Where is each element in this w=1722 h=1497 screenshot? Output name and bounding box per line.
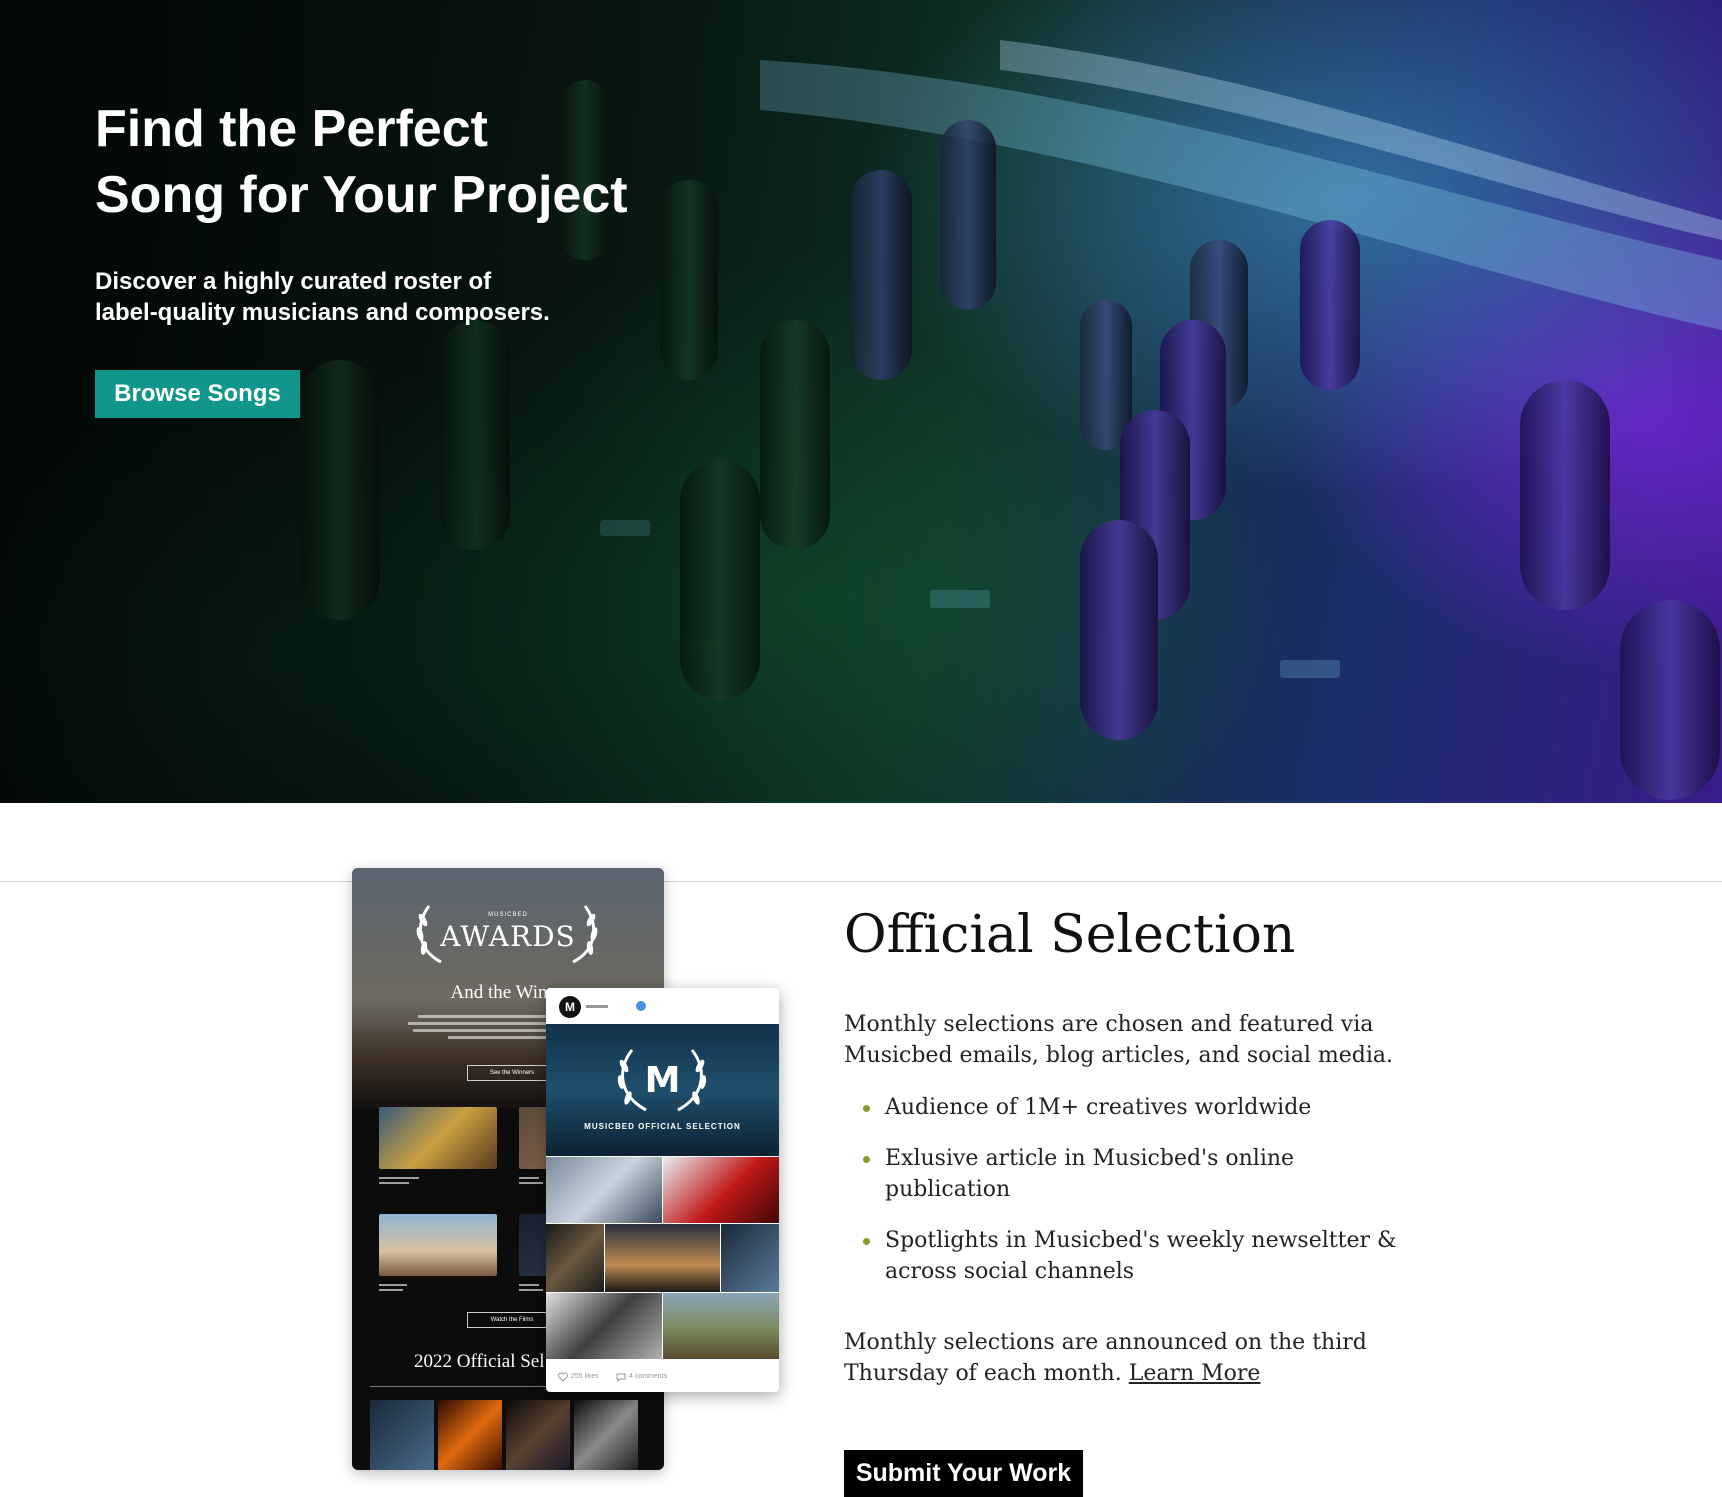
benefits-list: Audience of 1M+ creatives worldwide Exlu… bbox=[862, 1092, 1422, 1307]
section-divider bbox=[0, 881, 1722, 882]
learn-more-link[interactable]: Learn More bbox=[1129, 1361, 1261, 1386]
social-grid-photo bbox=[605, 1224, 720, 1292]
hero-title-line: Find the Perfect bbox=[95, 100, 488, 158]
submit-your-work-button[interactable]: Submit Your Work bbox=[844, 1450, 1083, 1497]
email-film-thumb bbox=[574, 1400, 638, 1470]
bullet-dot bbox=[863, 1105, 870, 1112]
avatar: M bbox=[559, 996, 581, 1018]
hero-subtitle-line: label-quality musicians and composers. bbox=[95, 299, 550, 326]
list-item-text: publication bbox=[885, 1177, 1011, 1202]
email-thumb-caption bbox=[379, 1177, 419, 1187]
social-post-hero: M MUSICBED OFFICIAL SELECTION bbox=[546, 1024, 779, 1156]
announcement-line: Monthly selections are announced on the … bbox=[844, 1330, 1367, 1355]
section-title: Official Selection bbox=[844, 905, 1296, 965]
social-grid-photo bbox=[546, 1224, 604, 1292]
email-thumbnail bbox=[379, 1214, 497, 1276]
selection-intro: Monthly selections are chosen and featur… bbox=[844, 1009, 1444, 1071]
intro-line: Monthly selections are chosen and featur… bbox=[844, 1012, 1374, 1037]
email-watch-films-button: Watch the Films bbox=[467, 1312, 557, 1328]
social-post-mockup-image: M M MUSICBED OFFICIAL SELECTION 255 like… bbox=[546, 988, 779, 1392]
bullet-dot bbox=[863, 1156, 870, 1163]
social-grid-photo bbox=[663, 1157, 779, 1223]
email-film-thumb bbox=[370, 1400, 434, 1470]
intro-line: Musicbed emails, blog articles, and soci… bbox=[844, 1043, 1393, 1068]
list-item: Spotlights in Musicbed's weekly newseltt… bbox=[862, 1225, 1422, 1287]
social-grid-photo bbox=[546, 1157, 662, 1223]
hero-title-line: Song for Your Project bbox=[95, 166, 628, 224]
email-brand-small: MUSICBED bbox=[488, 912, 528, 918]
social-grid-photo bbox=[721, 1224, 779, 1292]
list-item-text: Exlusive article in Musicbed's online bbox=[885, 1146, 1295, 1171]
email-thumb-caption bbox=[379, 1284, 407, 1294]
email-awards-heading: AWARDS bbox=[440, 920, 576, 953]
social-comment-count: 4 comments bbox=[629, 1373, 668, 1380]
comment-icon bbox=[616, 1373, 626, 1382]
email-film-thumb bbox=[438, 1400, 502, 1470]
browse-songs-button[interactable]: Browse Songs bbox=[95, 370, 300, 418]
list-item: Audience of 1M+ creatives worldwide bbox=[862, 1092, 1422, 1123]
email-see-winners-button: See the Winners bbox=[467, 1065, 557, 1081]
email-thumb-caption bbox=[519, 1284, 543, 1294]
heart-icon bbox=[558, 1372, 568, 1382]
list-item-text: across social channels bbox=[885, 1259, 1135, 1284]
announcement-line: Thursday of each month. bbox=[844, 1361, 1122, 1386]
social-grid-photo bbox=[546, 1293, 662, 1359]
bullet-dot bbox=[863, 1238, 870, 1245]
email-year-heading: 2022 Official Sel bbox=[414, 1351, 545, 1372]
social-username bbox=[586, 1005, 608, 1008]
list-item-text: Spotlights in Musicbed's weekly newseltt… bbox=[885, 1228, 1397, 1253]
hero-subtitle-line: Discover a highly curated roster of bbox=[95, 268, 492, 295]
social-like-count: 255 likes bbox=[571, 1373, 599, 1380]
announcement-text: Monthly selections are announced on the … bbox=[844, 1327, 1444, 1389]
email-film-thumb bbox=[506, 1400, 570, 1470]
musicbed-monogram: M bbox=[644, 1060, 681, 1101]
email-thumb-caption bbox=[519, 1177, 543, 1187]
social-grid-photo bbox=[663, 1293, 779, 1359]
email-thumbnail bbox=[379, 1107, 497, 1169]
social-official-caption: MUSICBED OFFICIAL SELECTION bbox=[584, 1122, 741, 1131]
hero-banner: Find the Perfect Song for Your Project D… bbox=[0, 0, 1722, 803]
verified-badge-icon bbox=[636, 1001, 646, 1011]
list-item: Exlusive article in Musicbed's online pu… bbox=[862, 1143, 1422, 1205]
hero-title: Find the Perfect Song for Your Project bbox=[95, 96, 715, 228]
list-item-text: Audience of 1M+ creatives worldwide bbox=[885, 1095, 1312, 1120]
hero-subtitle: Discover a highly curated roster of labe… bbox=[95, 266, 615, 328]
